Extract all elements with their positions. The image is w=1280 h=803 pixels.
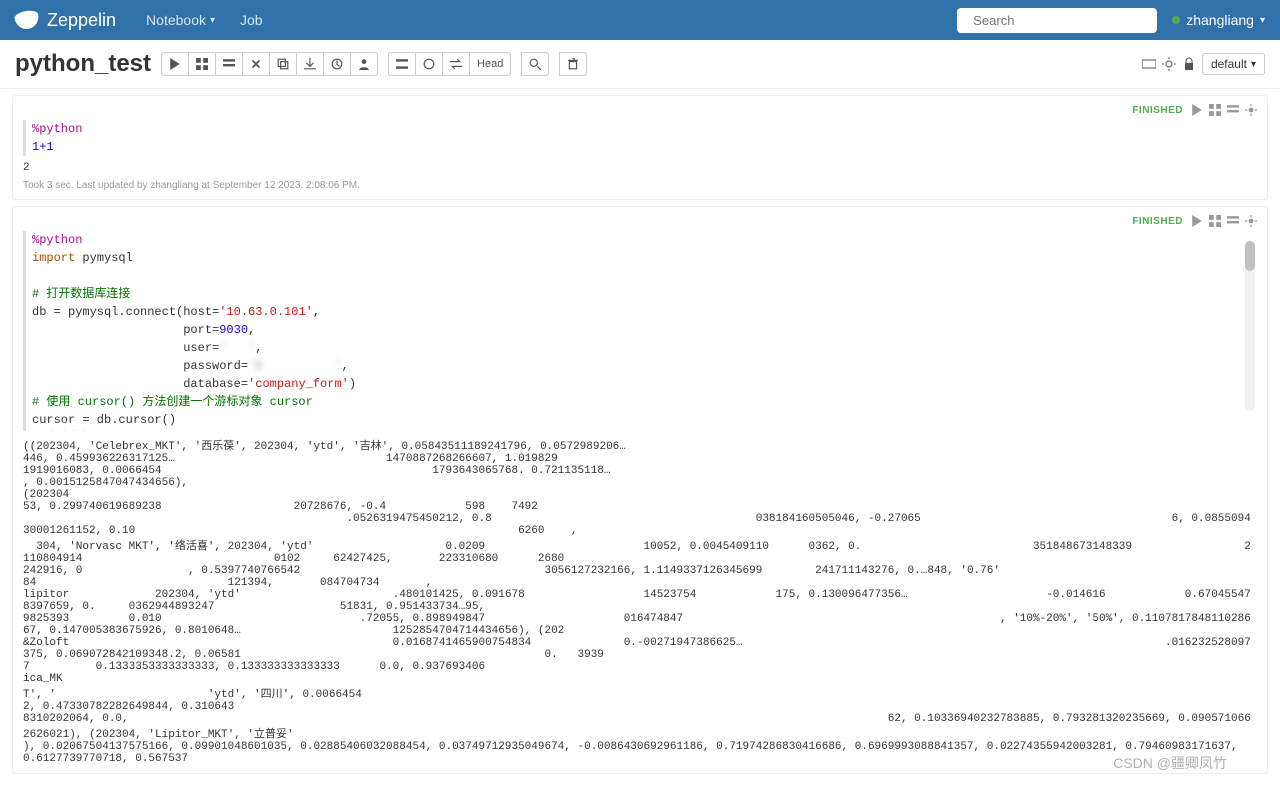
clear-output-button[interactable] bbox=[242, 52, 269, 76]
navbar: Zeppelin Notebook▾ Job zhangliang▾ bbox=[0, 0, 1280, 40]
expand-icon[interactable] bbox=[1209, 104, 1221, 116]
paragraph-actions bbox=[1191, 104, 1257, 116]
status-badge: FINISHED bbox=[1132, 216, 1183, 227]
zeppelin-logo-icon bbox=[14, 9, 41, 31]
paragraph-1: FINISHED %python 1+1 2 Took 3 sec. Last … bbox=[12, 95, 1268, 200]
toggle-button[interactable] bbox=[415, 52, 442, 76]
paragraph-2: FINISHED %python import pymysql # 打开数据库连… bbox=[12, 206, 1268, 774]
logo[interactable]: Zeppelin bbox=[15, 10, 116, 31]
code-editor[interactable]: %python 1+1 bbox=[23, 120, 1257, 156]
nav-job[interactable]: Job bbox=[240, 12, 263, 28]
output: 2 bbox=[23, 162, 1257, 174]
gear-icon[interactable] bbox=[1245, 104, 1257, 116]
find-group bbox=[521, 52, 549, 76]
clone-button[interactable] bbox=[269, 52, 296, 76]
run-icon[interactable] bbox=[1191, 104, 1203, 116]
notebook-title[interactable]: python_test bbox=[15, 50, 151, 78]
keyboard-icon[interactable] bbox=[1142, 57, 1156, 71]
show-hide-output-button[interactable] bbox=[215, 52, 242, 76]
nav-right: zhangliang▾ bbox=[957, 8, 1265, 33]
search-box[interactable] bbox=[957, 8, 1157, 33]
settings-icon[interactable] bbox=[1162, 57, 1176, 71]
scrollbar-thumb[interactable] bbox=[1245, 241, 1255, 271]
paragraph-meta: Took 3 sec. Last updated by zhangliang a… bbox=[23, 180, 1257, 191]
swap-button[interactable] bbox=[442, 52, 469, 76]
search-input[interactable] bbox=[973, 13, 1149, 28]
find-button[interactable] bbox=[521, 52, 549, 76]
nav-notebook[interactable]: Notebook▾ bbox=[146, 12, 215, 28]
head-button[interactable]: Head bbox=[469, 52, 511, 76]
caret-down-icon: ▾ bbox=[210, 15, 215, 26]
brand-text: Zeppelin bbox=[47, 10, 116, 31]
run-controls bbox=[161, 52, 378, 76]
watermark: CSDN @疆卿凤竹 bbox=[1113, 753, 1227, 773]
expand-icon[interactable] bbox=[1209, 215, 1221, 227]
collapse-icon[interactable] bbox=[1227, 104, 1239, 116]
lock-icon[interactable] bbox=[1182, 57, 1196, 71]
titlebar: python_test Head default▾ bbox=[0, 40, 1280, 89]
show-hide-code-button[interactable] bbox=[188, 52, 215, 76]
run-icon[interactable] bbox=[1191, 215, 1203, 227]
list-view-button[interactable] bbox=[388, 52, 415, 76]
trash-button[interactable] bbox=[559, 52, 587, 76]
user-menu[interactable]: zhangliang▾ bbox=[1172, 12, 1265, 28]
paragraph-actions bbox=[1191, 215, 1257, 227]
interpreter-select[interactable]: default▾ bbox=[1202, 53, 1265, 75]
code-editor[interactable]: %python import pymysql # 打开数据库连接 db = py… bbox=[23, 231, 1257, 431]
users-button[interactable] bbox=[350, 52, 378, 76]
view-controls: Head bbox=[388, 52, 511, 76]
run-all-button[interactable] bbox=[161, 52, 188, 76]
delete-group bbox=[559, 52, 587, 76]
status-badge: FINISHED bbox=[1132, 105, 1183, 116]
status-dot-icon bbox=[1172, 16, 1180, 24]
version-button[interactable] bbox=[323, 52, 350, 76]
titlebar-right: default▾ bbox=[1142, 53, 1265, 75]
nav-items: Notebook▾ Job bbox=[146, 12, 263, 28]
caret-down-icon: ▾ bbox=[1260, 15, 1265, 26]
gear-icon[interactable] bbox=[1245, 215, 1257, 227]
collapse-icon[interactable] bbox=[1227, 215, 1239, 227]
output: ((202304, 'Celebrex_MKT', '西乐葆', 202304,… bbox=[23, 437, 1257, 765]
caret-down-icon: ▾ bbox=[1251, 59, 1256, 70]
code-scroll: %python import pymysql # 打开数据库连接 db = py… bbox=[23, 231, 1257, 431]
export-button[interactable] bbox=[296, 52, 323, 76]
